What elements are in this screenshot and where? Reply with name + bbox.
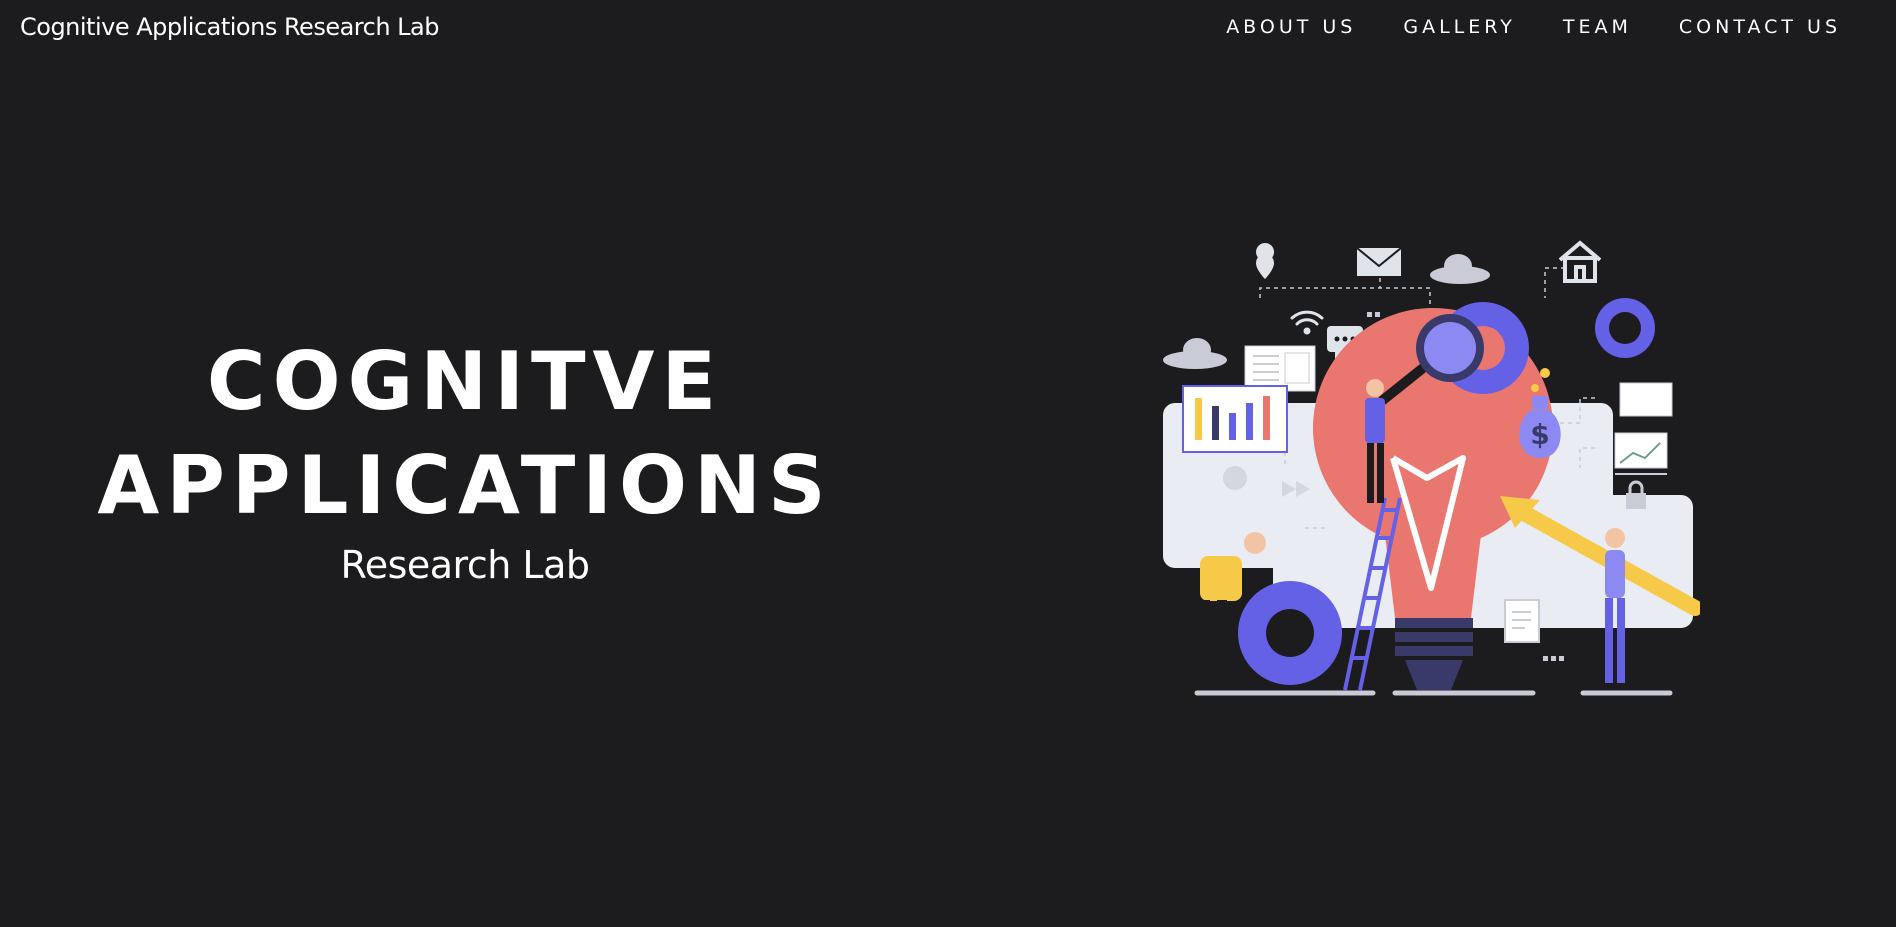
- nav-team[interactable]: TEAM: [1563, 16, 1632, 38]
- home-icon: [1558, 240, 1602, 283]
- innovation-lightbulb-illustration: $: [1163, 240, 1700, 696]
- main-nav: ABOUT US GALLERY TEAM CONTACT US: [1179, 16, 1841, 38]
- phone-icon: [1223, 466, 1247, 490]
- lock-icon: [1626, 480, 1646, 509]
- hero-title-line-2: APPLICATIONS: [97, 439, 833, 532]
- screen-card-icon: [1614, 382, 1673, 475]
- hero-subtitle: Research Lab: [340, 543, 590, 587]
- money-symbol: $: [1530, 418, 1549, 451]
- nav-gallery[interactable]: GALLERY: [1403, 16, 1516, 38]
- hero-title-line-1: COGNITVE: [206, 335, 724, 428]
- map-pin-icon: [1256, 243, 1275, 279]
- nav-contact-us[interactable]: CONTACT US: [1679, 16, 1841, 38]
- mail-icon: [1356, 247, 1402, 276]
- bar-chart-card-icon: [1182, 385, 1288, 453]
- wifi-icon: [1290, 310, 1324, 335]
- nav-about-us[interactable]: ABOUT US: [1226, 16, 1356, 38]
- page: Cognitive Applications Research Lab ABOU…: [0, 0, 1896, 927]
- site-brand-link[interactable]: Cognitive Applications Research Lab: [20, 13, 440, 41]
- note-card-icon: [1504, 599, 1540, 643]
- large-gear-icon: [1238, 581, 1342, 685]
- hero-title: COGNITVE APPLICATIONS: [95, 330, 835, 538]
- document-card-icon: [1244, 345, 1316, 392]
- hero-text-block: COGNITVE APPLICATIONS Research Lab: [95, 330, 835, 588]
